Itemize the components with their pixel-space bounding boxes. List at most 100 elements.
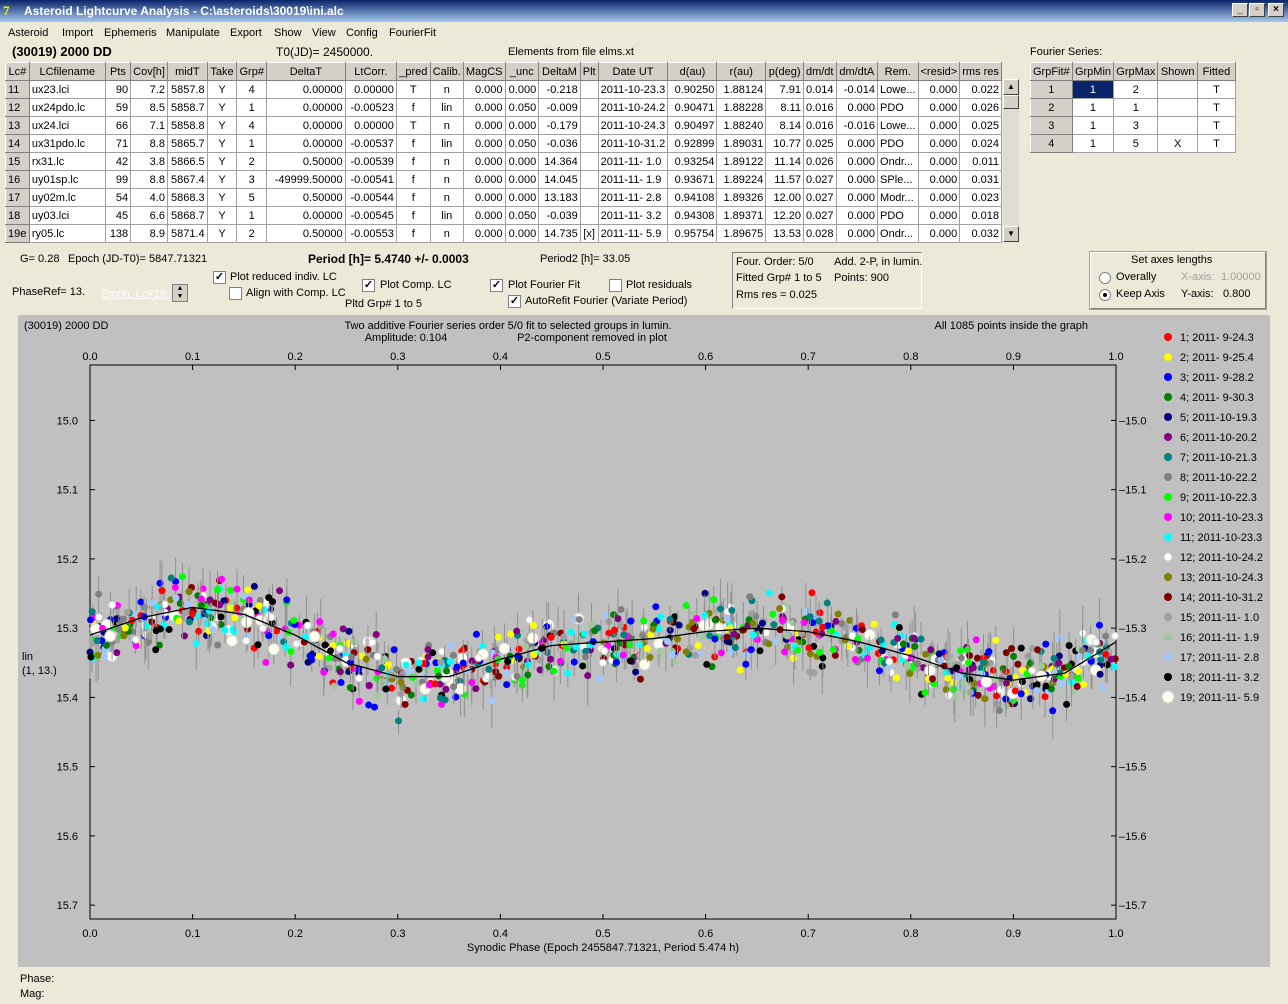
- lc-col-header[interactable]: LCfilename: [28, 62, 106, 81]
- lc-cell[interactable]: PDO: [877, 206, 919, 225]
- lc-col-header[interactable]: Plt: [579, 62, 599, 81]
- overally-radio[interactable]: [1099, 272, 1111, 284]
- lc-cell[interactable]: 71: [104, 134, 132, 153]
- align-comp-checkbox[interactable]: [229, 287, 242, 300]
- menu-fourierfit[interactable]: FourierFit: [389, 27, 436, 39]
- lc-cell[interactable]: 0.000: [462, 188, 506, 207]
- lc-table-scrollbar[interactable]: ▲ ▼: [1003, 79, 1019, 242]
- fs-cell[interactable]: 5: [1113, 134, 1159, 153]
- fs-cell[interactable]: [1157, 116, 1198, 135]
- lc-cell[interactable]: 17: [5, 188, 30, 207]
- lc-cell[interactable]: 0.50000: [266, 152, 346, 171]
- plot-reduced-checkbox[interactable]: ✓: [213, 271, 226, 284]
- fs-cell[interactable]: 1: [1071, 80, 1115, 99]
- scroll-down-button[interactable]: ▼: [1003, 226, 1019, 242]
- lc-cell[interactable]: 1.89122: [716, 152, 767, 171]
- lc-cell[interactable]: 0.00000: [344, 80, 397, 99]
- lc-col-header[interactable]: Grp#: [236, 62, 268, 81]
- lc-cell[interactable]: -49999.50000: [266, 170, 346, 189]
- lc-cell[interactable]: 1.89675: [716, 224, 767, 243]
- lc-cell[interactable]: 1.89326: [716, 188, 767, 207]
- lc-table-row[interactable]: 11 ux23.lci 90 7.2 5857.8 Y 4 0.00000 0.00000 Tn 0…: [5, 80, 1002, 99]
- lc-cell[interactable]: Modr...: [877, 188, 919, 207]
- fs-cell[interactable]: 3: [1113, 116, 1159, 135]
- lc-cell[interactable]: 1.88228: [716, 98, 767, 117]
- lc-cell[interactable]: PDO: [877, 98, 919, 117]
- lc-cell[interactable]: 0.00000: [266, 134, 346, 153]
- lc-cell[interactable]: 0.050: [504, 206, 540, 225]
- fs-cell[interactable]: 3: [1030, 116, 1073, 135]
- lc-cell[interactable]: 0.000: [462, 80, 506, 99]
- lc-cell[interactable]: 0.90250: [667, 80, 718, 99]
- lc-cell[interactable]: [579, 206, 599, 225]
- lc-cell[interactable]: 0.016: [802, 116, 837, 135]
- lc-cell[interactable]: 0.000: [917, 224, 961, 243]
- lc-col-header[interactable]: dm/dtA: [835, 62, 879, 81]
- lc-col-header[interactable]: _unc: [504, 62, 540, 81]
- lc-cell[interactable]: 0.026: [959, 98, 1002, 117]
- plot-comp-checkbox[interactable]: ✓: [362, 279, 375, 292]
- fs-table-row[interactable]: 112T: [1030, 80, 1237, 99]
- lc-cell[interactable]: [x]: [579, 224, 599, 243]
- lc-col-header[interactable]: MagCS: [462, 62, 506, 81]
- lc-cell[interactable]: 11.57: [765, 170, 804, 189]
- lc-table-row[interactable]: 13 ux24.lci 66 7.1 5858.8 Y 4 0.00000 0.00000 Tn 0…: [5, 116, 1002, 135]
- lc-col-header[interactable]: Pts: [104, 62, 132, 81]
- lc-cell[interactable]: 16: [5, 170, 30, 189]
- lc-cell[interactable]: Y: [206, 80, 238, 99]
- lc-cell[interactable]: 0.95754: [667, 224, 718, 243]
- lc-cell[interactable]: 1.88240: [716, 116, 767, 135]
- lc-cell[interactable]: 12.20: [765, 206, 804, 225]
- lc-cell[interactable]: 0.014: [802, 80, 837, 99]
- lc-cell[interactable]: 2011-11- 1.0: [597, 152, 669, 171]
- lc-cell[interactable]: 0.000: [835, 188, 879, 207]
- lc-cell[interactable]: n: [429, 224, 464, 243]
- emph-spinner[interactable]: ▲ ▼: [172, 284, 188, 302]
- lc-cell[interactable]: 0.000: [462, 134, 506, 153]
- fs-table-row[interactable]: 415XT: [1030, 134, 1237, 153]
- lc-cell[interactable]: 12: [5, 98, 30, 117]
- lc-col-header[interactable]: Rem.: [877, 62, 919, 81]
- lc-cell[interactable]: f: [395, 98, 431, 117]
- lc-col-header[interactable]: midT: [166, 62, 208, 81]
- y-axis-value[interactable]: 0.800: [1223, 288, 1251, 300]
- lc-cell[interactable]: 0.023: [959, 188, 1002, 207]
- lc-cell[interactable]: 1.88124: [716, 80, 767, 99]
- lc-cell[interactable]: 0.50000: [266, 224, 346, 243]
- lc-cell[interactable]: 8.14: [765, 116, 804, 135]
- lc-cell[interactable]: Y: [206, 224, 238, 243]
- lc-cell[interactable]: 0.025: [959, 116, 1002, 135]
- lc-cell[interactable]: 90: [104, 80, 132, 99]
- lc-cell[interactable]: [579, 134, 599, 153]
- lc-cell[interactable]: [579, 98, 599, 117]
- lc-cell[interactable]: 45: [104, 206, 132, 225]
- lc-cell[interactable]: f: [395, 188, 431, 207]
- lc-cell[interactable]: 0.000: [462, 206, 506, 225]
- lc-cell[interactable]: 0.000: [462, 224, 506, 243]
- lc-cell[interactable]: -0.00544: [344, 188, 397, 207]
- lc-cell[interactable]: 0.93671: [667, 170, 718, 189]
- lc-cell[interactable]: SPle...: [877, 170, 919, 189]
- lc-cell[interactable]: 0.024: [959, 134, 1002, 153]
- fs-cell[interactable]: T: [1196, 80, 1237, 99]
- scroll-thumb[interactable]: [1003, 95, 1019, 109]
- lc-col-header[interactable]: _pred: [395, 62, 431, 81]
- lc-cell[interactable]: 11.14: [765, 152, 804, 171]
- lc-cell[interactable]: 11: [5, 80, 30, 99]
- lc-cell[interactable]: f: [395, 206, 431, 225]
- lc-cell[interactable]: Y: [206, 98, 238, 117]
- lc-cell[interactable]: 0.94308: [667, 206, 718, 225]
- lc-col-header[interactable]: Calib.: [429, 62, 464, 81]
- lc-cell[interactable]: -0.036: [538, 134, 581, 153]
- minimize-button[interactable]: _: [1232, 3, 1248, 17]
- lc-cell[interactable]: 5858.7: [166, 98, 208, 117]
- lc-col-header[interactable]: LtCorr.: [344, 62, 397, 81]
- fs-cell[interactable]: 4: [1030, 134, 1073, 153]
- scroll-up-button[interactable]: ▲: [1003, 79, 1019, 95]
- lc-cell[interactable]: lin: [429, 134, 464, 153]
- lc-cell[interactable]: -0.218: [538, 80, 581, 99]
- lc-cell[interactable]: -0.00553: [344, 224, 397, 243]
- lc-cell[interactable]: 0.000: [835, 206, 879, 225]
- menu-show[interactable]: Show: [274, 27, 302, 39]
- fs-cell[interactable]: 2: [1030, 98, 1073, 117]
